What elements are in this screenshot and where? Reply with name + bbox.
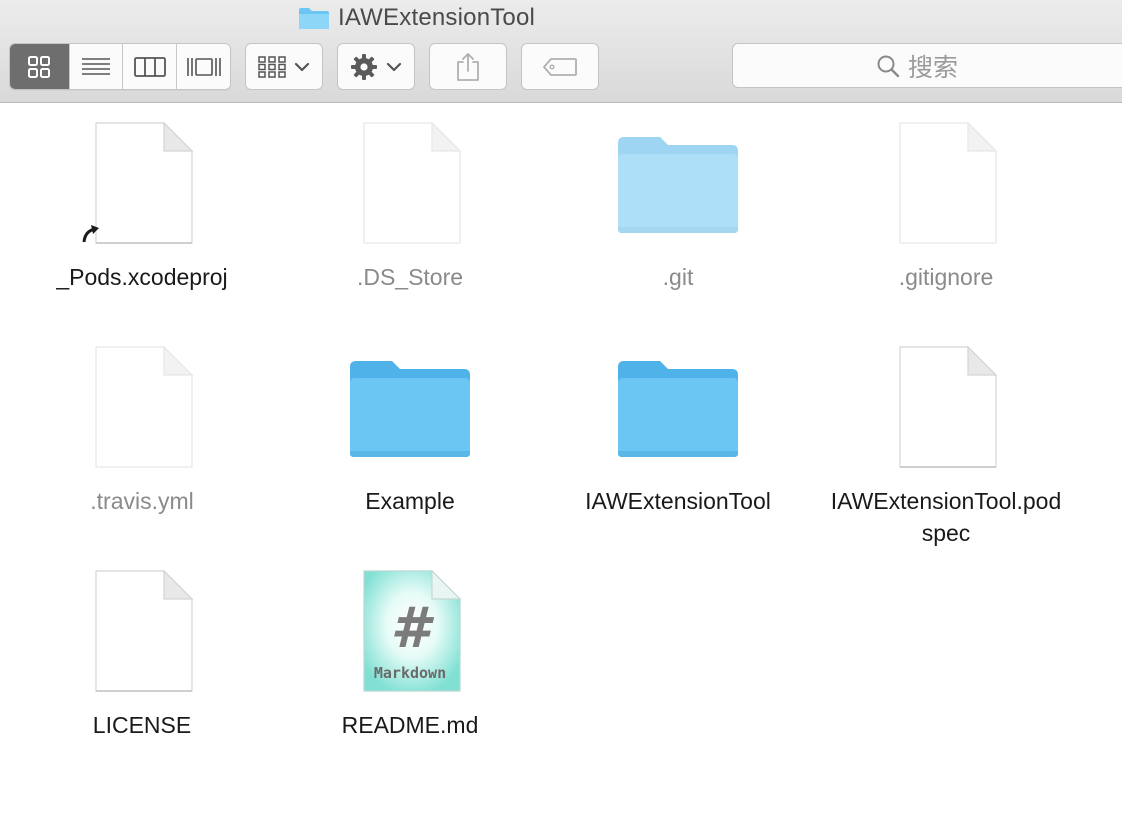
columns-icon bbox=[133, 56, 166, 77]
cover-flow-view-button[interactable] bbox=[177, 44, 230, 89]
icon-view-button[interactable] bbox=[10, 44, 70, 89]
view-mode-control bbox=[9, 43, 231, 90]
gear-icon bbox=[351, 53, 377, 80]
action-button[interactable] bbox=[337, 43, 415, 90]
share-icon bbox=[457, 52, 479, 81]
grid-icon bbox=[28, 55, 51, 78]
file-name: _Pods.xcodeproj bbox=[56, 264, 228, 290]
document-icon bbox=[340, 119, 480, 249]
file-name: LICENSE bbox=[92, 712, 192, 738]
document-icon bbox=[876, 119, 1016, 249]
markdown-file-icon: # Markdown bbox=[340, 567, 480, 697]
tags-button[interactable] bbox=[521, 43, 599, 90]
window-title: IAWExtensionTool bbox=[298, 4, 535, 32]
file-item[interactable]: .travis.yml bbox=[8, 343, 276, 517]
search-field[interactable]: 搜索 bbox=[732, 43, 1122, 88]
file-item[interactable]: .gitignore bbox=[812, 119, 1080, 293]
file-item[interactable]: _Pods.xcodeproj bbox=[8, 119, 276, 293]
folder-item[interactable]: Example bbox=[276, 343, 544, 517]
file-name: .travis.yml bbox=[90, 488, 194, 514]
folder-item[interactable]: IAWExtensionTool bbox=[544, 343, 812, 517]
file-name: IAWExtensionTool.podspec bbox=[830, 488, 1062, 546]
file-name: README.md bbox=[341, 712, 479, 738]
document-icon bbox=[72, 119, 212, 249]
list-view-button[interactable] bbox=[69, 44, 124, 89]
finder-window: IAWExtensionTool 搜索 _Pods.xcodeproj .DS_… bbox=[0, 0, 1122, 818]
search-icon bbox=[877, 55, 900, 77]
document-icon bbox=[72, 567, 212, 697]
tag-icon bbox=[543, 57, 577, 76]
folder-icon bbox=[608, 343, 748, 473]
file-name: Example bbox=[365, 488, 455, 514]
window-title-label: IAWExtensionTool bbox=[338, 4, 536, 31]
file-grid: _Pods.xcodeproj .DS_Store .git .gitignor… bbox=[0, 103, 1122, 818]
file-name: .DS_Store bbox=[356, 264, 464, 290]
file-item[interactable]: .DS_Store bbox=[276, 119, 544, 293]
list-icon bbox=[82, 57, 111, 75]
file-name: .git bbox=[662, 264, 694, 290]
document-icon bbox=[876, 343, 1016, 473]
folder-item[interactable]: .git bbox=[544, 119, 812, 293]
alias-arrow-icon bbox=[82, 225, 99, 243]
file-name: IAWExtensionTool bbox=[585, 488, 771, 514]
file-item[interactable]: IAWExtensionTool.podspec bbox=[812, 343, 1080, 549]
arrange-grid-icon bbox=[258, 55, 286, 78]
file-name: .gitignore bbox=[898, 264, 994, 290]
file-item[interactable]: # Markdown README.md bbox=[276, 567, 544, 741]
markdown-badge: Markdown bbox=[374, 664, 446, 682]
file-item[interactable]: LICENSE bbox=[8, 567, 276, 741]
markdown-glyph: # bbox=[391, 596, 435, 661]
arrange-button[interactable] bbox=[245, 43, 323, 90]
toolbar: IAWExtensionTool 搜索 bbox=[0, 0, 1122, 103]
column-view-button[interactable] bbox=[123, 44, 178, 89]
search-placeholder: 搜索 bbox=[907, 53, 958, 82]
folder-icon bbox=[608, 119, 748, 249]
folder-icon bbox=[299, 8, 329, 29]
chevron-down-icon bbox=[386, 62, 402, 71]
folder-icon bbox=[340, 343, 480, 473]
cover-flow-icon bbox=[186, 57, 221, 76]
document-icon bbox=[72, 343, 212, 473]
share-button[interactable] bbox=[429, 43, 507, 90]
chevron-down-icon bbox=[294, 62, 310, 71]
